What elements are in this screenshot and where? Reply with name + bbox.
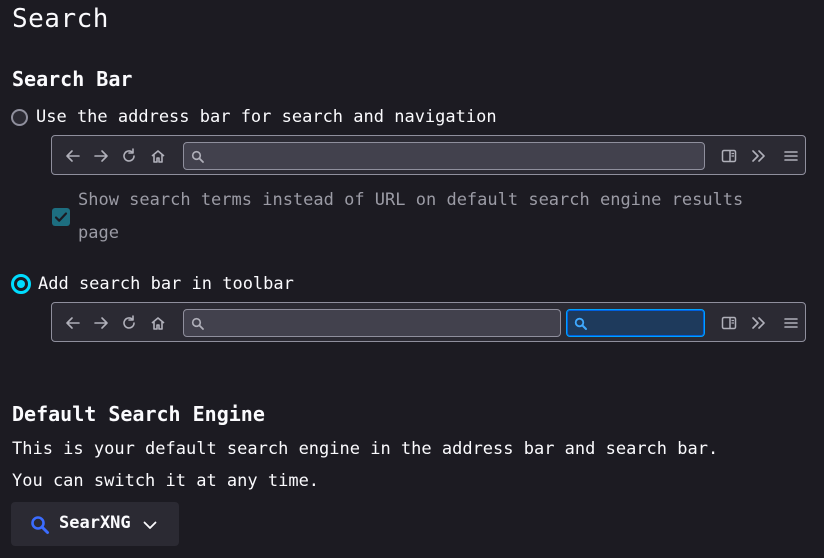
reload-icon	[120, 147, 138, 165]
home-icon	[149, 147, 167, 165]
forward-icon	[92, 147, 110, 165]
back-icon	[64, 314, 82, 332]
section-title-default-engine: Default Search Engine	[12, 402, 265, 426]
section-title-search-bar: Search Bar	[12, 67, 133, 91]
page-title: Search	[12, 4, 109, 34]
searchbar-preview	[566, 309, 705, 337]
radio-address-bar-option[interactable]: Use the address bar for search and navig…	[11, 107, 497, 127]
search-icon	[191, 149, 205, 163]
toolbar-preview-address-bar	[51, 135, 806, 175]
radio-toolbar-label: Add search bar in toolbar	[38, 274, 294, 294]
selected-engine-name: SearXNG	[59, 513, 131, 533]
urlbar-preview	[183, 142, 705, 170]
menu-icon	[782, 314, 800, 332]
urlbar-preview	[183, 309, 561, 337]
chevron-down-icon	[142, 517, 158, 533]
back-icon	[64, 147, 82, 165]
overflow-icon	[749, 147, 767, 165]
radio-toolbar-option[interactable]: Add search bar in toolbar	[11, 274, 294, 294]
show-search-terms-checkbox[interactable]	[52, 208, 70, 226]
show-search-terms-label-line1: Show search terms instead of URL on defa…	[78, 190, 744, 210]
menu-icon	[782, 147, 800, 165]
overflow-icon	[749, 314, 767, 332]
radio-toolbar[interactable]	[11, 274, 31, 294]
checkmark-icon	[54, 212, 68, 222]
search-icon	[191, 316, 205, 330]
forward-icon	[92, 314, 110, 332]
show-search-terms-label-line2: page	[78, 223, 119, 243]
default-engine-description-line2: You can switch it at any time.	[12, 471, 320, 491]
default-engine-description-line1: This is your default search engine in th…	[12, 439, 719, 459]
radio-address-bar-label: Use the address bar for search and navig…	[36, 107, 497, 127]
toolbar-preview-search-bar	[51, 302, 806, 342]
home-icon	[149, 314, 167, 332]
default-engine-select[interactable]: SearXNG	[11, 502, 179, 546]
search-icon	[30, 515, 50, 535]
search-icon	[574, 316, 588, 330]
sidebar-icon	[720, 147, 738, 165]
sidebar-icon	[720, 314, 738, 332]
reload-icon	[120, 314, 138, 332]
radio-address-bar[interactable]	[11, 108, 28, 126]
